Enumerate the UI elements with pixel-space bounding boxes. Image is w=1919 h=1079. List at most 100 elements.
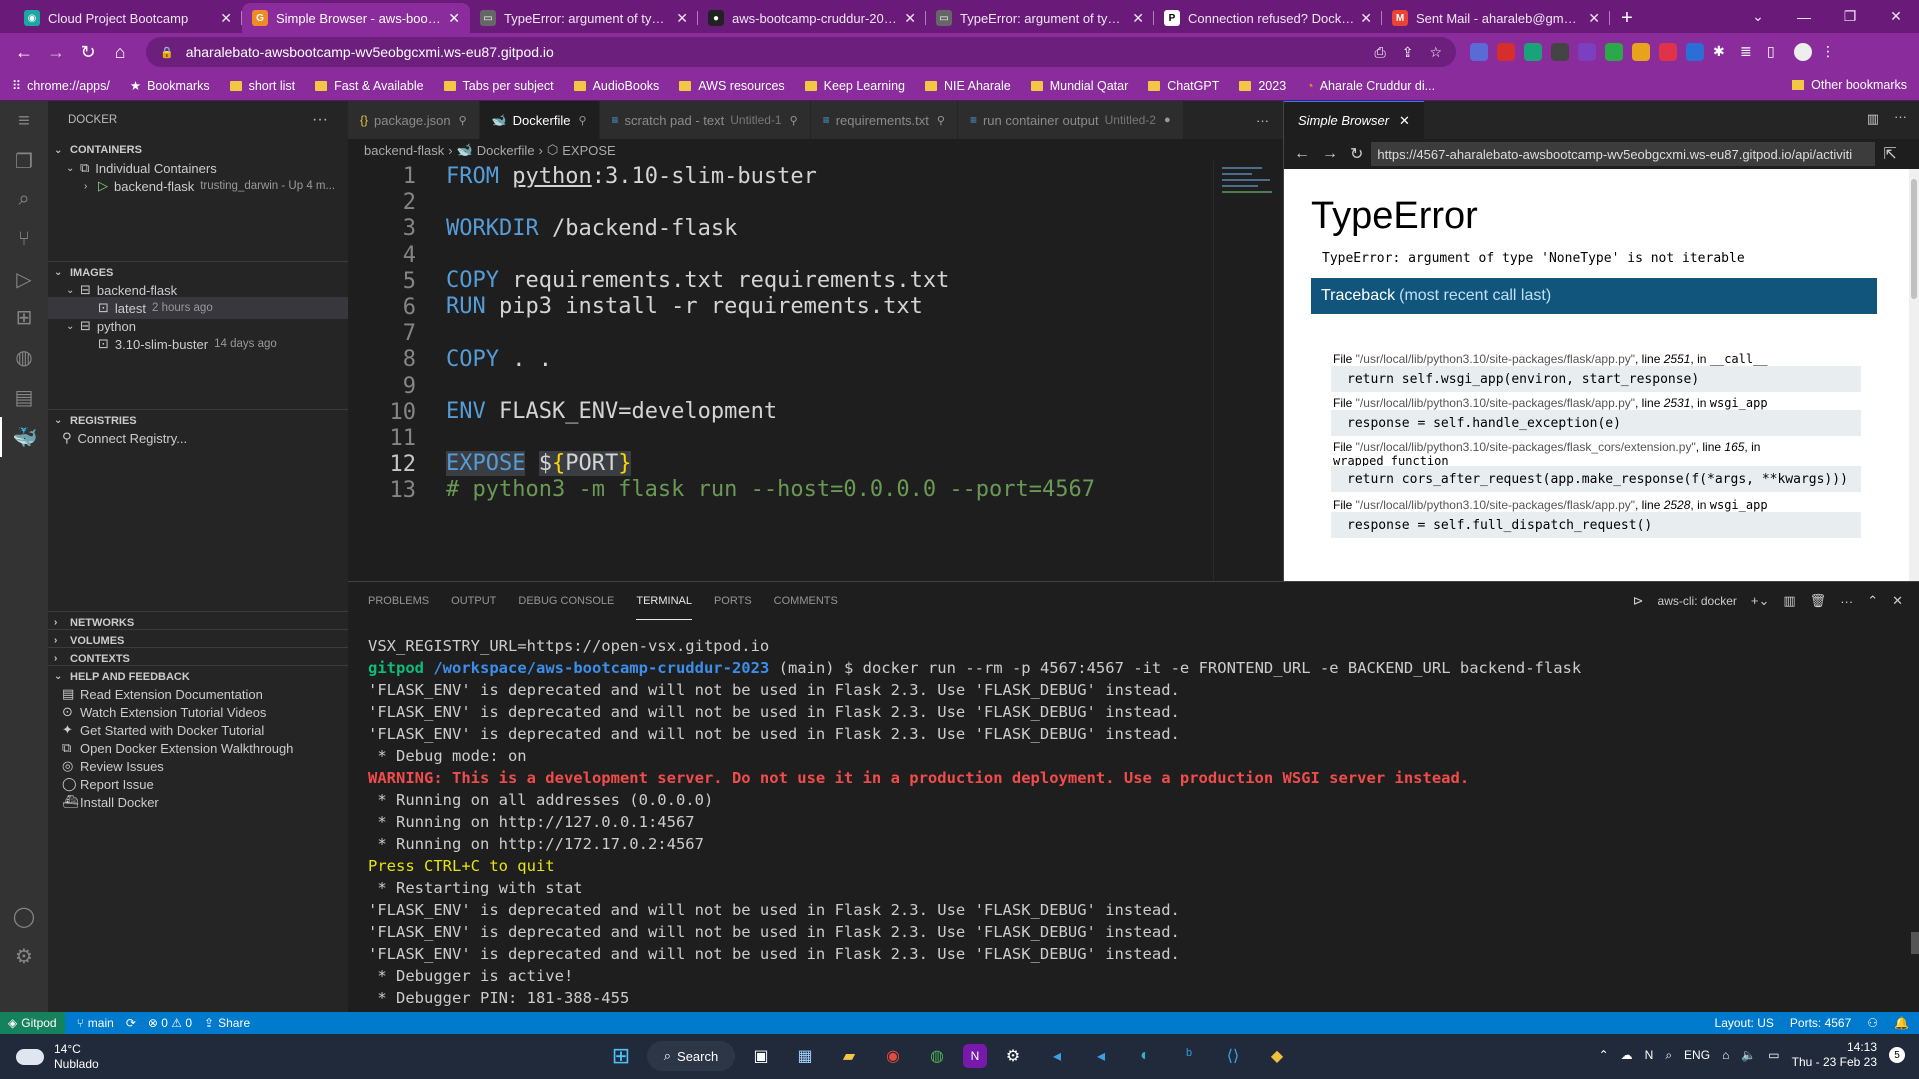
- close-icon[interactable]: ✕: [676, 10, 688, 27]
- bookmark-item[interactable]: Keep Learning: [804, 79, 905, 93]
- close-icon[interactable]: ✕: [1588, 10, 1600, 27]
- other-bookmarks[interactable]: Other bookmarks: [1792, 78, 1907, 92]
- breadcrumb-item[interactable]: backend-flask: [364, 143, 444, 158]
- new-tab-button[interactable]: +: [1610, 3, 1644, 33]
- vscode-icon[interactable]: ⟨⟩: [1215, 1038, 1251, 1074]
- breadcrumb-item[interactable]: Dockerfile: [477, 143, 535, 158]
- close-icon[interactable]: ✕: [904, 10, 916, 27]
- more-actions-icon[interactable]: ···: [312, 111, 328, 129]
- keyboard-layout[interactable]: Layout: US: [1715, 1016, 1774, 1030]
- breadcrumb-item[interactable]: EXPOSE: [562, 143, 615, 158]
- bookmark-item[interactable]: 2023: [1239, 79, 1286, 93]
- tab-search-icon[interactable]: ⌄: [1735, 0, 1781, 33]
- close-icon[interactable]: ✕: [1399, 113, 1410, 129]
- frame-source[interactable]: response = self.full_dispatch_request(): [1331, 512, 1861, 538]
- editor-tab[interactable]: ≡ requirements.txt ⚲: [810, 101, 958, 139]
- minimap[interactable]: [1213, 161, 1283, 581]
- editor-tab[interactable]: {} package.json ⚲: [348, 101, 480, 139]
- extension-icon[interactable]: [1578, 43, 1596, 61]
- reload-icon[interactable]: ↻: [1350, 144, 1363, 164]
- bookmark-item[interactable]: Fast & Available: [315, 79, 424, 93]
- terminal-output[interactable]: VSX_REGISTRY_URL=https://open-vsx.gitpod…: [368, 635, 1581, 1009]
- panel-tab-terminal[interactable]: TERMINAL: [636, 582, 692, 620]
- editor-tab[interactable]: ≡ run container output Untitled-2 ●: [957, 101, 1184, 139]
- bookmark-item[interactable]: AudioBooks: [573, 79, 659, 93]
- bing-icon[interactable]: ᵇ: [1171, 1038, 1207, 1074]
- extension-icon[interactable]: [1497, 43, 1515, 61]
- settings-icon[interactable]: ⚙: [995, 1038, 1031, 1074]
- close-icon[interactable]: ✕: [448, 10, 460, 27]
- start-icon[interactable]: ⊞: [603, 1038, 639, 1074]
- split-terminal-icon[interactable]: ▥: [1783, 593, 1795, 609]
- pin-icon[interactable]: ⚲: [937, 114, 945, 127]
- browser-tab[interactable]: ▭ TypeError: argument of type 'N ✕: [926, 3, 1154, 33]
- close-icon[interactable]: ✕: [220, 10, 232, 27]
- browser-tab[interactable]: M Sent Mail - aharaleb@gmail.co ✕: [1382, 3, 1610, 33]
- volume-icon[interactable]: 🔈: [1741, 1048, 1756, 1062]
- editor-tab[interactable]: ≡ scratch pad - text Untitled-1 ⚲: [599, 101, 811, 139]
- maps-app-icon[interactable]: ◍: [919, 1038, 955, 1074]
- extensions-icon[interactable]: ⊞: [0, 297, 48, 337]
- browser-tab[interactable]: ◉ Cloud Project Bootcamp ✕: [14, 3, 242, 33]
- vscode-icon[interactable]: ◂: [1083, 1038, 1119, 1074]
- panel-tab-comments[interactable]: COMMENTS: [774, 582, 838, 620]
- extension-icon[interactable]: [1632, 43, 1650, 61]
- open-external-icon[interactable]: ⇱: [1883, 144, 1896, 164]
- reading-list-icon[interactable]: ≣: [1740, 43, 1758, 61]
- api-icon[interactable]: ▤: [0, 377, 48, 417]
- more-actions-icon[interactable]: ···: [1840, 594, 1853, 609]
- new-terminal-icon[interactable]: +⌄: [1751, 593, 1769, 609]
- onenote-tray-icon[interactable]: N: [1645, 1048, 1654, 1062]
- file-explorer-icon[interactable]: ▰: [831, 1038, 867, 1074]
- back-icon[interactable]: ←: [1294, 145, 1310, 163]
- extension-icon[interactable]: [1524, 43, 1542, 61]
- more-actions-icon[interactable]: ···: [1242, 101, 1283, 139]
- panel-tab-problems[interactable]: PROBLEMS: [368, 582, 429, 620]
- git-app-icon[interactable]: ◆: [1259, 1038, 1295, 1074]
- bell-icon[interactable]: 🔔: [1894, 1016, 1909, 1030]
- terminal-shell-name[interactable]: aws-cli: docker: [1658, 594, 1737, 608]
- browser-tab[interactable]: P Connection refused? Docker ne ✕: [1154, 3, 1382, 33]
- docker-icon[interactable]: 🐳: [0, 417, 48, 457]
- tree-container-backend-flask[interactable]: › ▷ backend-flask trusting_darwin - Up 4 m.…: [48, 175, 348, 197]
- more-actions-icon[interactable]: ···: [1894, 109, 1907, 124]
- explorer-icon[interactable]: ❐: [0, 141, 48, 181]
- minimize-button[interactable]: —: [1781, 0, 1827, 33]
- side-panel-icon[interactable]: ▯: [1767, 43, 1785, 61]
- panel-tab-ports[interactable]: PORTS: [714, 582, 752, 620]
- home-button[interactable]: ⌂: [104, 37, 136, 67]
- close-icon[interactable]: ✕: [1132, 10, 1144, 27]
- chevron-up-icon[interactable]: ⌃: [1599, 1048, 1609, 1062]
- taskbar-search[interactable]: ⌕ Search: [647, 1041, 735, 1071]
- search-tray-icon[interactable]: ⌕: [1665, 1048, 1672, 1063]
- battery-icon[interactable]: ▭: [1768, 1048, 1779, 1062]
- bookmark-star-icon[interactable]: ☆: [1429, 44, 1442, 61]
- chrome-menu-icon[interactable]: ⋮: [1821, 43, 1839, 61]
- close-icon[interactable]: ✕: [1892, 593, 1903, 609]
- run-debug-icon[interactable]: ▷: [0, 259, 48, 299]
- forward-button[interactable]: →: [40, 37, 72, 67]
- frame-source[interactable]: return cors_after_request(app.make_respo…: [1331, 466, 1861, 492]
- notification-badge[interactable]: 5: [1889, 1047, 1905, 1063]
- bookmark-item[interactable]: AWS resources: [679, 79, 785, 93]
- pin-icon[interactable]: ⚲: [790, 114, 798, 127]
- pin-icon[interactable]: ⚲: [578, 114, 586, 127]
- trash-icon[interactable]: 🗑: [1810, 593, 1827, 609]
- maximize-panel-icon[interactable]: ⌃: [1867, 593, 1878, 609]
- bookmark-item[interactable]: NIE Aharale: [925, 79, 1011, 93]
- share-icon[interactable]: ⇪: [1402, 44, 1414, 61]
- extension-icon[interactable]: [1686, 43, 1704, 61]
- simple-browser-url[interactable]: https://4567-aharalebato-awsbootcamp-wv5…: [1371, 142, 1876, 166]
- tab-simple-browser[interactable]: Simple Browser ✕: [1284, 101, 1424, 139]
- ports-status[interactable]: Ports: 4567: [1790, 1016, 1851, 1030]
- gitpod-status[interactable]: ◈ Gitpod: [0, 1012, 65, 1034]
- browser-tab[interactable]: G Simple Browser - aws-bootcamp ✕: [242, 3, 470, 33]
- extension-icon[interactable]: [1605, 43, 1623, 61]
- panel-tab-debug-console[interactable]: DEBUG CONSOLE: [518, 582, 614, 620]
- address-bar[interactable]: 🔒 aharalebato-awsbootcamp-wv5eobgcxmi.ws…: [146, 37, 1456, 67]
- weather-widget[interactable]: 14°C Nublado: [16, 1042, 99, 1072]
- bookmark-item[interactable]: Tabs per subject: [443, 79, 554, 93]
- edge-icon[interactable]: ◐: [1127, 1038, 1163, 1074]
- sync-icon[interactable]: ⟳: [126, 1016, 136, 1030]
- extension-icon[interactable]: [1470, 43, 1488, 61]
